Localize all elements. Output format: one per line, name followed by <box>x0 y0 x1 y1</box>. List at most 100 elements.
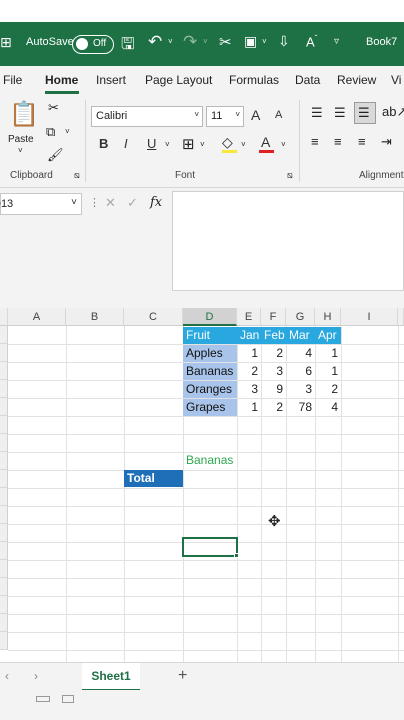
prev-sheet-icon[interactable]: ‹ <box>5 669 9 683</box>
row-header[interactable] <box>0 506 8 524</box>
row-header[interactable] <box>0 326 8 344</box>
orientation-icon[interactable]: ab↗ <box>382 104 404 120</box>
column-header-c[interactable]: C <box>124 308 183 326</box>
fill-color-dropdown-icon[interactable]: ˅ <box>241 140 246 149</box>
table-cell-fruit[interactable]: Apples <box>183 345 237 362</box>
paste-label[interactable]: Paste <box>8 134 34 145</box>
shrink-font-icon[interactable]: A <box>275 109 282 121</box>
row-header[interactable] <box>0 614 8 632</box>
active-cell-selection[interactable] <box>182 537 238 557</box>
row-header[interactable] <box>0 416 8 434</box>
table-cell-feb[interactable]: 2 <box>261 399 286 416</box>
screenshot-icon[interactable]: ▣ <box>244 33 257 50</box>
table-cell-apr[interactable]: 4 <box>315 399 341 416</box>
table-cell-apr[interactable]: 2 <box>315 381 341 398</box>
format-painter-icon[interactable]: 🖌 <box>47 147 64 163</box>
table-cell-jan[interactable]: 1 <box>237 399 261 416</box>
save-icon[interactable]: 🖫 <box>121 33 135 60</box>
screenshot-dropdown-icon[interactable]: ˅ <box>262 37 267 46</box>
table-cell-mar[interactable]: 78 <box>286 399 315 416</box>
worksheet-grid[interactable]: A B C D E F G H I Fruit Jan Feb Mar Apr … <box>0 308 404 662</box>
column-header-a[interactable]: A <box>8 308 66 326</box>
tab-home[interactable]: Home <box>45 73 78 87</box>
grow-font-icon[interactable]: A <box>251 107 260 123</box>
lookup-value-cell[interactable]: Bananas <box>183 452 241 469</box>
align-center-icon[interactable]: ≡ <box>334 134 342 149</box>
table-cell-fruit[interactable]: Grapes <box>183 399 237 416</box>
column-header-i[interactable]: I <box>341 308 398 326</box>
sort-icon[interactable]: ⇩ <box>278 33 290 50</box>
sheet-tab-sheet1[interactable]: Sheet1 <box>82 663 140 691</box>
tab-page-layout[interactable]: Page Layout <box>145 73 212 87</box>
row-header[interactable] <box>0 452 8 470</box>
indent-icon[interactable]: ⇥ <box>381 134 392 150</box>
cut-ribbon-icon[interactable]: ✂ <box>48 100 59 116</box>
row-header[interactable] <box>0 380 8 398</box>
column-header-f[interactable]: F <box>261 308 286 326</box>
column-header-j[interactable] <box>398 308 404 326</box>
cut-icon[interactable]: ✂ <box>219 33 232 51</box>
select-all-corner[interactable] <box>0 308 8 326</box>
table-header-mar[interactable]: Mar <box>286 327 315 344</box>
tab-review[interactable]: Review <box>337 73 376 87</box>
table-header-feb[interactable]: Feb <box>261 327 286 344</box>
app-grid-icon[interactable]: ⊞ <box>0 34 12 51</box>
tab-view[interactable]: Vi <box>391 73 401 87</box>
row-header[interactable] <box>0 434 8 452</box>
column-header-b[interactable]: B <box>66 308 124 326</box>
align-middle-icon[interactable]: ☰ <box>334 105 346 121</box>
borders-dropdown-icon[interactable]: ˅ <box>200 140 205 149</box>
name-box[interactable]: D13 ˅ <box>0 193 82 215</box>
column-header-g[interactable]: G <box>286 308 315 326</box>
column-header-d[interactable]: D <box>183 308 237 326</box>
font-size-dropdown[interactable]: 11 ˅ <box>206 106 244 127</box>
table-cell-jan[interactable]: 1 <box>237 345 261 362</box>
table-cell-apr[interactable]: 1 <box>315 345 341 362</box>
align-bottom-button[interactable]: ☰ <box>354 102 376 124</box>
italic-button[interactable]: I <box>124 136 128 151</box>
fill-color-icon[interactable]: ◇ <box>222 134 233 151</box>
copy-dropdown-icon[interactable]: ˅ <box>65 127 70 136</box>
tab-data[interactable]: Data <box>295 73 320 87</box>
align-left-icon[interactable]: ≡ <box>311 134 319 149</box>
total-label-cell[interactable]: Total <box>124 470 183 487</box>
table-header-apr[interactable]: Apr <box>315 327 341 344</box>
paste-icon[interactable]: 📋 <box>9 100 39 129</box>
table-cell-feb[interactable]: 3 <box>261 363 286 380</box>
row-header[interactable] <box>0 542 8 560</box>
align-top-icon[interactable]: ☰ <box>311 105 323 121</box>
table-cell-mar[interactable]: 4 <box>286 345 315 362</box>
clipboard-launcher-icon[interactable]: ⧅ <box>74 170 80 181</box>
customize-qat-icon[interactable]: ▿ <box>334 36 339 47</box>
align-right-icon[interactable]: ≡ <box>358 134 366 149</box>
row-header[interactable] <box>0 488 8 506</box>
undo-dropdown-icon[interactable]: ˅ <box>168 37 173 46</box>
table-cell-apr[interactable]: 1 <box>315 363 341 380</box>
insert-function-icon[interactable]: fx <box>150 195 162 210</box>
tab-insert[interactable]: Insert <box>96 73 126 87</box>
row-header[interactable] <box>0 632 8 650</box>
undo-icon[interactable]: ↶ <box>148 32 162 52</box>
table-cell-mar[interactable]: 3 <box>286 381 315 398</box>
copy-icon[interactable]: ⧉ <box>46 124 55 140</box>
table-cell-feb[interactable]: 9 <box>261 381 286 398</box>
font-color-icon[interactable]: A <box>261 134 270 150</box>
row-header[interactable] <box>0 560 8 578</box>
column-header-e[interactable]: E <box>237 308 261 326</box>
table-cell-mar[interactable]: 6 <box>286 363 315 380</box>
fill-handle[interactable] <box>234 553 239 558</box>
table-cell-jan[interactable]: 2 <box>237 363 261 380</box>
table-cell-feb[interactable]: 2 <box>261 345 286 362</box>
paste-dropdown-icon[interactable]: ˅ <box>18 146 23 155</box>
row-header[interactable] <box>0 470 8 488</box>
cancel-entry-icon[interactable]: ✕ <box>105 195 116 211</box>
row-header[interactable] <box>0 398 8 416</box>
underline-dropdown-icon[interactable]: ˅ <box>165 140 170 149</box>
underline-button[interactable]: U <box>147 136 156 151</box>
borders-icon[interactable]: ⊞ <box>182 135 195 153</box>
row-header[interactable] <box>0 362 8 380</box>
formula-input[interactable] <box>172 191 404 291</box>
row-header[interactable] <box>0 344 8 362</box>
table-header-fruit[interactable]: Fruit <box>183 327 237 344</box>
bold-button[interactable]: B <box>99 136 108 151</box>
